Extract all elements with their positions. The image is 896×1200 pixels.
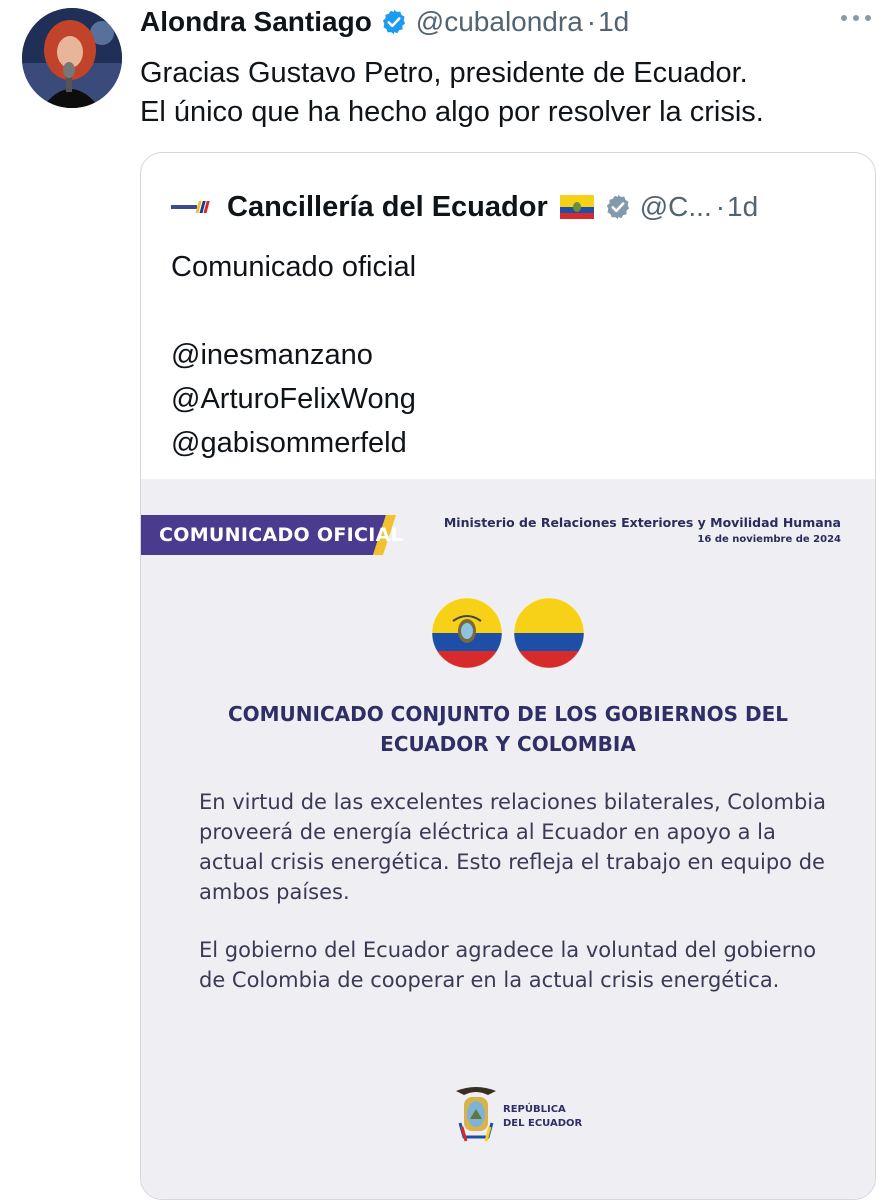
communique-date: 16 de noviembre de 2024 bbox=[697, 534, 841, 545]
quoted-tweet-card[interactable]: Cancillería del Ecuador @C... · 1d Comun… bbox=[140, 152, 876, 1200]
body-line: actual crisis energética. Esto refleja e… bbox=[199, 850, 825, 874]
communique-title: COMUNICADO CONJUNTO DE LOS GOBIERNOS DEL… bbox=[141, 699, 875, 759]
flags-group bbox=[431, 597, 585, 669]
tweet-text-line: Gracias Gustavo Petro, presidente de Ecu… bbox=[140, 57, 748, 89]
quote-author-handle[interactable]: @C... bbox=[640, 191, 712, 223]
quote-text-line bbox=[171, 289, 416, 333]
author-avatar[interactable] bbox=[22, 8, 122, 108]
quote-time[interactable]: 1d bbox=[727, 191, 758, 223]
separator-dot: · bbox=[586, 6, 597, 37]
quote-author-name[interactable]: Cancillería del Ecuador bbox=[227, 191, 548, 224]
communique-image[interactable]: COMUNICADO OFICIAL Ministerio de Relacio… bbox=[141, 479, 875, 1199]
body-line: de Colombia de cooperar en la actual cri… bbox=[199, 968, 780, 992]
mention-link[interactable]: @ArturoFelixWong bbox=[171, 377, 416, 421]
mention-link[interactable]: @gabisommerfeld bbox=[171, 421, 416, 465]
communique-title-line: ECUADOR Y COLOMBIA bbox=[380, 732, 636, 756]
author-handle[interactable]: @cubalondra bbox=[416, 6, 583, 38]
verified-badge-icon[interactable] bbox=[380, 8, 408, 36]
mention-link[interactable]: @inesmanzano bbox=[171, 333, 416, 377]
communique-body: En virtud de las excelentes relaciones b… bbox=[199, 787, 826, 1023]
body-line: En virtud de las excelentes relaciones b… bbox=[199, 790, 826, 814]
republic-label: REPÚBLICA DEL ECUADOR bbox=[503, 1103, 582, 1131]
ministry-block: Ministerio de Relaciones Exteriores y Mo… bbox=[444, 515, 841, 545]
communique-paragraph-1: En virtud de las excelentes relaciones b… bbox=[199, 787, 826, 907]
banner-label: COMUNICADO OFICIAL bbox=[159, 524, 404, 546]
tweet-text-line: El único que ha hecho algo por resolver … bbox=[140, 96, 764, 128]
republic-label-line: REPÚBLICA bbox=[503, 1104, 566, 1115]
body-line: ambos países. bbox=[199, 880, 350, 904]
body-line: El gobierno del Ecuador agradece la volu… bbox=[199, 938, 817, 962]
ministry-name: Ministerio de Relaciones Exteriores y Mo… bbox=[443, 515, 841, 530]
author-name[interactable]: Alondra Santiago bbox=[140, 6, 372, 38]
verified-gray-badge-icon[interactable] bbox=[604, 193, 632, 221]
tweet-header: Alondra Santiago @cubalondra · 1d bbox=[140, 2, 876, 42]
tweet-text: Gracias Gustavo Petro, presidente de Ecu… bbox=[140, 54, 880, 132]
avatar-image bbox=[22, 8, 122, 108]
more-options-icon[interactable] bbox=[836, 8, 876, 28]
republic-label-line: DEL ECUADOR bbox=[503, 1118, 583, 1129]
separator-dot: · bbox=[715, 191, 726, 222]
communique-paragraph-2: El gobierno del Ecuador agradece la volu… bbox=[199, 935, 819, 995]
quote-text: Comunicado oficial @inesmanzano @ArturoF… bbox=[171, 245, 416, 465]
quote-text-line: Comunicado oficial bbox=[171, 251, 417, 283]
quote-header: Cancillería del Ecuador @C... · 1d bbox=[171, 187, 855, 227]
colombia-flag-icon bbox=[514, 598, 584, 668]
tweet-time[interactable]: 1d bbox=[598, 6, 629, 38]
cancilleria-logo-icon bbox=[171, 200, 211, 214]
ecuador-flag-emoji-icon bbox=[559, 195, 594, 219]
body-line: proveerá de energía eléctrica al Ecuador… bbox=[199, 820, 776, 844]
communique-title-line: COMUNICADO CONJUNTO DE LOS GOBIERNOS DEL bbox=[227, 702, 789, 726]
